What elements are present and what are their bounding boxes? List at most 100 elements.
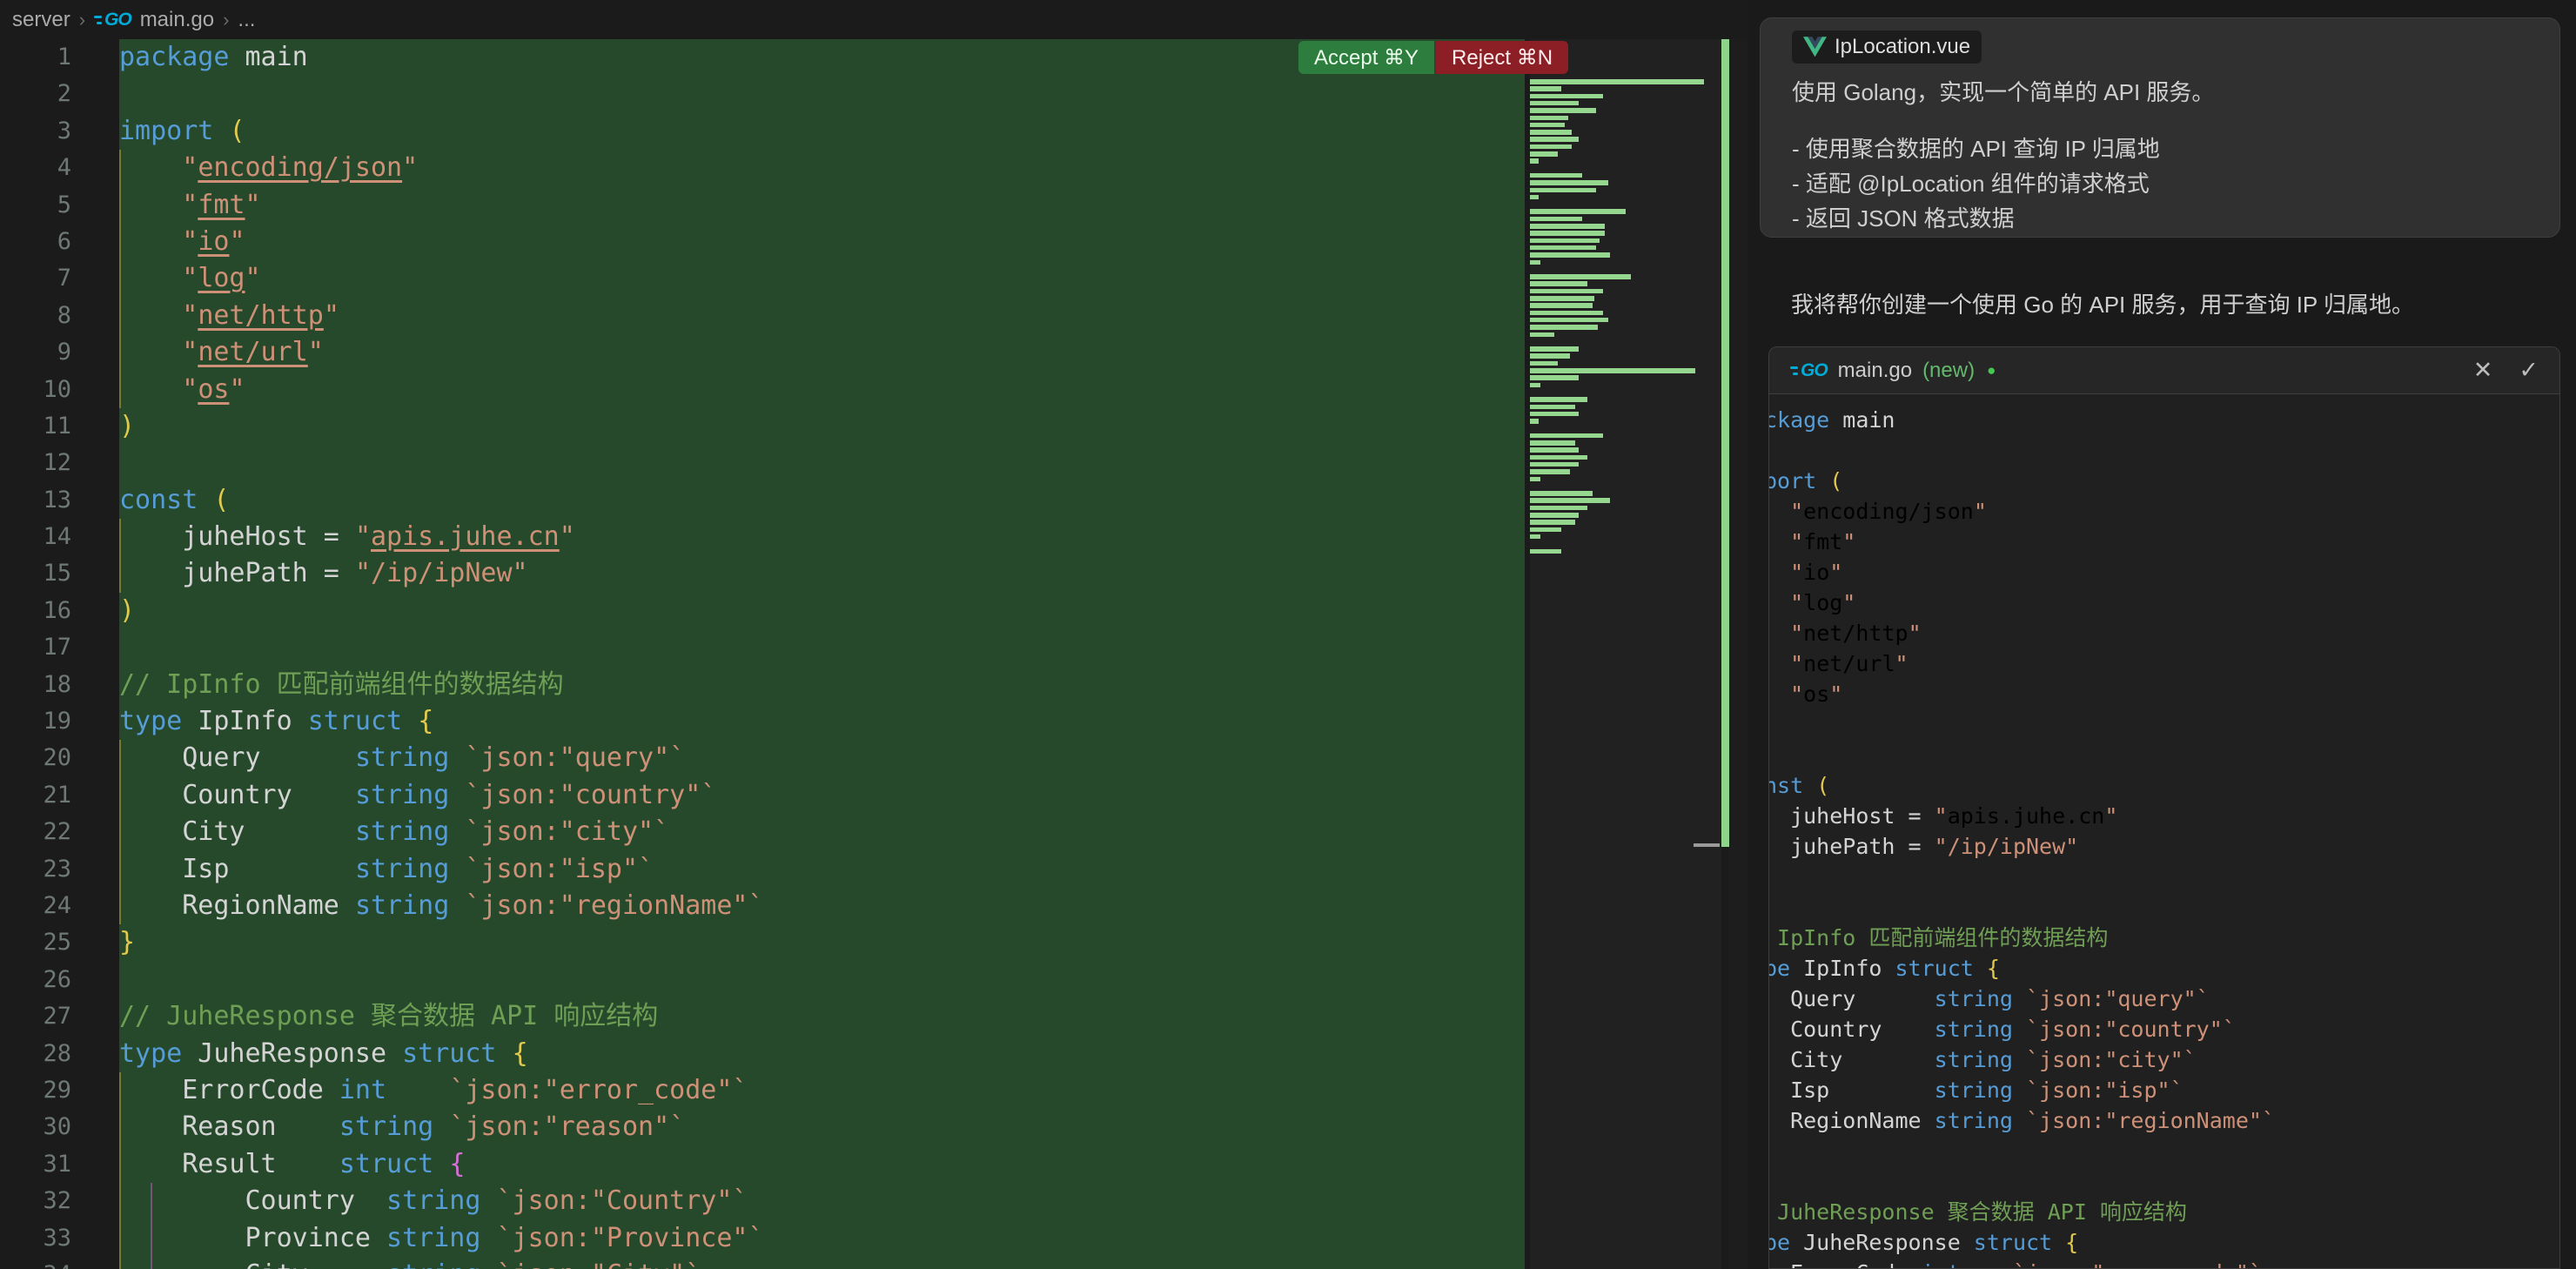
line-number: 3 (0, 113, 71, 150)
minimap-bar (1530, 86, 1561, 91)
overview-ruler-added-marker (1721, 39, 1729, 847)
code-line[interactable]: 4 "encoding/json" (0, 150, 1748, 186)
scrollbar-track[interactable] (1729, 39, 1748, 1269)
breadcrumb-folder[interactable]: server (12, 8, 70, 32)
ide-window: server › GO main.go › ... 1package main2… (0, 0, 2576, 1269)
code-block-line: } (1769, 1136, 2559, 1166)
line-number: 28 (0, 1036, 71, 1072)
minimap-bar (1530, 506, 1587, 511)
code-line[interactable]: 6 "io" (0, 224, 1748, 260)
minimap-bar (1530, 527, 1561, 533)
code-line[interactable]: 18// IpInfo 匹配前端组件的数据结构 (0, 667, 1748, 703)
line-number: 13 (0, 482, 71, 519)
code-line[interactable]: 24 RegionName string `json:"regionName"` (0, 888, 1748, 924)
code-line[interactable]: 9 "net/url" (0, 334, 1748, 371)
minimap-bar (1530, 217, 1582, 222)
code-line[interactable]: 31 Result struct { (0, 1146, 1748, 1183)
code-line[interactable]: 27// JuheResponse 聚合数据 API 响应结构 (0, 998, 1748, 1035)
code-line[interactable]: 23 Isp string `json:"isp"` (0, 851, 1748, 888)
code-line[interactable]: 19type IpInfo struct { (0, 703, 1748, 740)
code-line[interactable]: 33 Province string `json:"Province"` (0, 1220, 1748, 1257)
code-line[interactable]: 30 Reason string `json:"reason"` (0, 1109, 1748, 1145)
code-line[interactable]: 10 "os" (0, 372, 1748, 408)
minimap-bar (1530, 260, 1540, 265)
code-block-line: RegionName string `json:"regionName"` (1769, 1105, 2559, 1136)
file-chip[interactable]: IpLocation.vue (1792, 30, 1982, 64)
code-line[interactable]: 12 (0, 445, 1748, 481)
line-number: 6 (0, 224, 71, 260)
code-line[interactable]: 14 juheHost = "apis.juhe.cn" (0, 519, 1748, 555)
chevron-right-icon: › (223, 9, 229, 31)
minimap[interactable] (1530, 39, 1721, 1269)
minimap-bar (1530, 252, 1610, 258)
code-line[interactable]: 16) (0, 593, 1748, 629)
breadcrumb-file[interactable]: main.go (140, 8, 214, 32)
minimap-bar (1530, 498, 1610, 503)
code-line[interactable]: 7 "log" (0, 260, 1748, 297)
code-block-line: ) (1769, 862, 2559, 892)
minimap-bar (1530, 123, 1565, 128)
code-line[interactable]: 13const ( (0, 482, 1748, 519)
minimap-bar (1530, 137, 1579, 142)
code-block-line: "os" (1769, 679, 2559, 709)
go-file-icon: GO (94, 10, 131, 30)
indent-guide (119, 777, 121, 814)
minimap-bar (1530, 188, 1596, 193)
code-line[interactable]: 17 (0, 629, 1748, 666)
line-number: 31 (0, 1146, 71, 1183)
message-line (1792, 107, 2528, 131)
minimap-bar (1530, 130, 1572, 135)
code-line[interactable]: 26 (0, 962, 1748, 998)
minimap-bar (1530, 289, 1603, 294)
code-block-line: package main (1769, 405, 2559, 435)
apply-check-icon[interactable]: ✓ (2519, 357, 2539, 384)
minimap-bar (1530, 231, 1605, 236)
code-block-line: type IpInfo struct { (1769, 953, 2559, 984)
code-line[interactable]: 29 ErrorCode int `json:"error_code"` (0, 1072, 1748, 1109)
code-line[interactable]: 22 City string `json:"city"` (0, 814, 1748, 850)
code-line[interactable]: 8 "net/http" (0, 298, 1748, 334)
editor-pane: server › GO main.go › ... 1package main2… (0, 0, 1748, 1269)
accept-button[interactable]: Accept ⌘Y (1298, 41, 1434, 74)
new-file-badge: (new) (1922, 359, 1975, 383)
code-line[interactable]: 5 "fmt" (0, 187, 1748, 224)
code-lines[interactable]: 1package main2 3import (4 "encoding/json… (0, 39, 1748, 1269)
code-block-header[interactable]: GO main.go (new) ● ✕ ✓ (1769, 347, 2559, 394)
code-block-line: juheHost = "apis.juhe.cn" (1769, 801, 2559, 831)
code-line[interactable]: 2 (0, 76, 1748, 112)
code-line[interactable]: 32 Country string `json:"Country"` (0, 1183, 1748, 1219)
line-number: 23 (0, 851, 71, 888)
code-line[interactable]: 28type JuheResponse struct { (0, 1036, 1748, 1072)
line-number: 7 (0, 260, 71, 297)
code-block-body: package main import ( "encoding/json" "f… (1769, 394, 2559, 1269)
line-number: 21 (0, 777, 71, 814)
minimap-bar (1530, 274, 1631, 279)
code-line[interactable]: 34 City string `json:"City"` (0, 1257, 1748, 1269)
code-line[interactable]: 20 Query string `json:"query"` (0, 740, 1748, 776)
indent-guide (119, 372, 121, 408)
code-line[interactable]: 3import ( (0, 113, 1748, 150)
code-block-line: "fmt" (1769, 527, 2559, 557)
code-line[interactable]: 11) (0, 408, 1748, 445)
code-block-line: const ( (1769, 770, 2559, 801)
close-icon[interactable]: ✕ (2473, 357, 2493, 384)
breadcrumb[interactable]: server › GO main.go › ... (0, 0, 1748, 39)
code-block-line: Query string `json:"query"` (1769, 984, 2559, 1014)
code-line[interactable]: 15 juhePath = "/ip/ipNew" (0, 555, 1748, 592)
breadcrumb-symbol[interactable]: ... (238, 8, 255, 32)
diff-action-buttons: Accept ⌘Y Reject ⌘N (1298, 41, 1568, 74)
minimap-bar (1530, 281, 1587, 286)
line-number: 20 (0, 740, 71, 776)
code-line[interactable]: 21 Country string `json:"country"` (0, 777, 1748, 814)
indent-guide (119, 1257, 121, 1269)
code-line[interactable]: 25} (0, 924, 1748, 961)
indent-guide (119, 298, 121, 334)
indent-guide (119, 555, 121, 592)
indent-guide (119, 150, 121, 186)
minimap-bar (1530, 440, 1575, 446)
line-number: 5 (0, 187, 71, 224)
minimap-bar (1530, 353, 1570, 359)
user-message: IpLocation.vue 使用 Golang，实现一个简单的 API 服务。… (1760, 17, 2560, 238)
line-number: 33 (0, 1220, 71, 1257)
reject-button[interactable]: Reject ⌘N (1436, 41, 1568, 74)
